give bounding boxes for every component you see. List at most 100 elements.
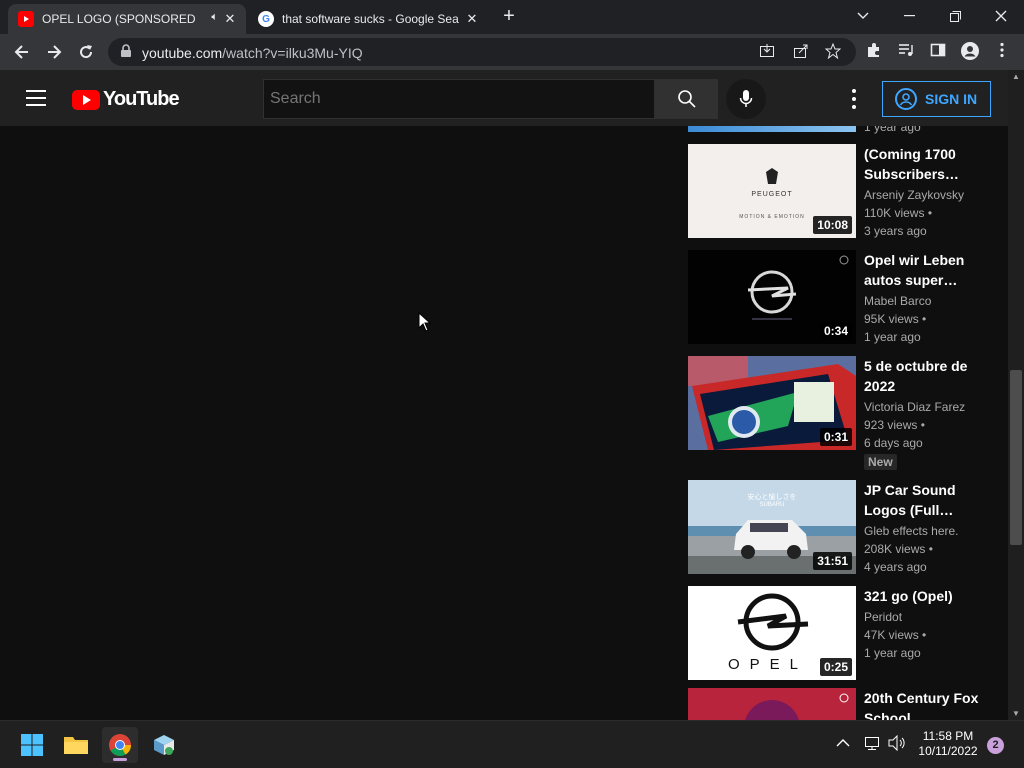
video-channel[interactable]: Victoria Diaz Farez (864, 398, 984, 416)
new-tab-button[interactable]: + (498, 6, 520, 28)
video-thumbnail[interactable]: 安心と愉しさを SUBARU 31:51 (688, 480, 856, 574)
minimize-icon[interactable] (886, 0, 932, 32)
clock-date: 10/11/2022 (918, 744, 978, 758)
windows-start-icon[interactable] (14, 727, 50, 763)
windows-taskbar: 11:58 PM 10/11/2022 2 (0, 720, 1024, 768)
mouse-cursor-icon (418, 312, 432, 332)
account-circle-icon (895, 88, 917, 110)
page-scrollbar[interactable]: ▲ ▼ (1008, 70, 1024, 720)
video-title[interactable]: Opel wir Leben autos super… (864, 250, 984, 290)
tab-title: that software sucks - Google Sea (282, 12, 459, 26)
settings-more-icon[interactable] (850, 89, 858, 109)
video-duration: 10:08 (813, 216, 852, 234)
partial-thumbnail[interactable] (688, 126, 856, 132)
video-thumbnail[interactable]: 0:34 (688, 250, 856, 344)
thumbnail-jp-text: 安心と愉しさを (747, 494, 797, 501)
close-window-icon[interactable] (978, 0, 1024, 32)
video-channel[interactable]: Peridot (864, 608, 984, 626)
media-controls-icon[interactable] (896, 42, 916, 62)
search-input[interactable] (263, 79, 655, 119)
install-app-icon[interactable] (758, 43, 776, 61)
video-duration: 0:31 (819, 428, 852, 446)
video-meta: Opel wir Leben autos super… Mabel Barco … (864, 250, 984, 346)
related-video-item[interactable]: 0:34 Opel wir Leben autos super… Mabel B… (688, 250, 988, 344)
video-channel[interactable]: Mabel Barco (864, 292, 984, 310)
video-age: 1 year ago (864, 646, 921, 660)
related-video-item[interactable]: 0:31 5 de octubre de 2022 Victoria Diaz … (688, 356, 988, 480)
video-views: 47K views (864, 626, 984, 644)
network-icon[interactable] (864, 735, 880, 754)
search-icon (677, 90, 696, 108)
hamburger-menu-icon[interactable] (26, 90, 46, 106)
youtube-logo[interactable]: YouTube (72, 88, 180, 111)
extensions-puzzle-icon[interactable] (864, 42, 884, 62)
youtube-play-icon (72, 89, 100, 110)
scrollbar-thumb[interactable] (1010, 370, 1022, 545)
video-title[interactable]: JP Car Sound Logos (Full… (864, 480, 984, 520)
url-text: youtube.com/watch?v=ilku3Mu-YIQ (142, 45, 363, 61)
video-title[interactable]: 321 go (Opel) (864, 586, 984, 606)
video-meta: 5 de octubre de 2022 Victoria Diaz Farez… (864, 356, 984, 471)
video-title[interactable]: 20th Century Fox School… (864, 688, 984, 720)
app-icon[interactable] (146, 727, 182, 763)
video-title[interactable]: 5 de octubre de 2022 (864, 356, 984, 396)
reload-icon[interactable] (74, 40, 98, 64)
notification-badge[interactable]: 2 (987, 737, 1004, 754)
active-app-indicator (113, 758, 127, 761)
voice-search-button[interactable] (726, 79, 766, 119)
thumbnail-brand-text: SUBARU (759, 502, 785, 508)
scroll-down-arrow-icon[interactable]: ▼ (1012, 709, 1020, 718)
video-title[interactable]: (Coming 1700 Subscribers… (864, 144, 984, 184)
youtube-logo-text: YouTube (103, 88, 180, 110)
video-thumbnail[interactable]: PEUGEOT MOTION & EMOTION 10:08 (688, 144, 856, 238)
scroll-up-arrow-icon[interactable]: ▲ (1012, 72, 1020, 81)
close-tab-icon[interactable]: ✕ (222, 11, 238, 27)
show-hidden-icons-chevron-icon[interactable] (836, 735, 850, 751)
bookmark-star-icon[interactable] (824, 42, 842, 61)
profile-avatar-icon[interactable] (960, 42, 980, 62)
file-explorer-icon[interactable] (58, 727, 94, 763)
video-thumbnail[interactable] (688, 688, 856, 720)
browser-toolbar: youtube.com/watch?v=ilku3Mu-YIQ (0, 34, 1024, 70)
thumbnail-brand-text: OPEL (728, 656, 809, 673)
close-tab-icon[interactable]: ✕ (464, 11, 480, 27)
tab-google[interactable]: G that software sucks - Google Sea ✕ (248, 4, 488, 34)
sign-in-label: SIGN IN (925, 91, 978, 107)
share-icon[interactable] (792, 43, 810, 61)
chevron-down-icon[interactable] (840, 0, 886, 32)
video-meta: JP Car Sound Logos (Full… Gleb effects h… (864, 480, 984, 576)
sign-in-button[interactable]: SIGN IN (882, 81, 991, 117)
video-views: 923 views (864, 416, 984, 434)
video-thumbnail[interactable]: 0:31 (688, 356, 856, 450)
video-views: 110K views (864, 204, 984, 222)
tab-title: OPEL LOGO (SPONSORED BY (42, 12, 197, 26)
video-views: 95K views (864, 310, 984, 328)
video-age: 4 years ago (864, 560, 927, 574)
thumbnail-brand-text: PEUGEOT (751, 191, 793, 198)
youtube-masthead: YouTube SIGN IN (0, 70, 1008, 126)
video-channel[interactable]: Gleb effects here. (864, 522, 984, 540)
volume-icon[interactable] (888, 734, 906, 754)
related-video-item[interactable]: 20th Century Fox School… (688, 688, 988, 720)
video-duration: 0:34 (819, 322, 852, 340)
lock-icon[interactable] (120, 44, 132, 58)
chrome-menu-icon[interactable] (992, 42, 1012, 62)
video-channel[interactable]: Arseniy Zaykovsky (864, 186, 984, 204)
video-thumbnail[interactable]: OPEL 0:25 (688, 586, 856, 680)
related-video-item[interactable]: OPEL 0:25 321 go (Opel) Peridot 47K view… (688, 586, 988, 680)
address-bar[interactable]: youtube.com/watch?v=ilku3Mu-YIQ (108, 38, 856, 66)
speaker-icon[interactable]: 🔈︎ (211, 11, 218, 24)
tab-youtube[interactable]: OPEL LOGO (SPONSORED BY 🔈︎ ✕ (8, 4, 246, 34)
side-panel-icon[interactable] (928, 42, 948, 62)
restore-icon[interactable] (932, 0, 978, 32)
back-icon[interactable] (10, 40, 34, 64)
chrome-icon[interactable] (102, 727, 138, 763)
partial-video-age: 1 year ago (864, 126, 921, 134)
forward-icon[interactable] (42, 40, 66, 64)
related-video-item[interactable]: PEUGEOT MOTION & EMOTION 10:08 (Coming 1… (688, 144, 988, 238)
system-clock[interactable]: 11:58 PM 10/11/2022 (912, 729, 984, 759)
related-video-item[interactable]: 安心と愉しさを SUBARU 31:51 JP Car Sound Logos … (688, 480, 988, 574)
watch-page-content: 1 year ago PEUGEOT MOTION & EMOTION 10:0… (0, 126, 1008, 720)
video-duration: 31:51 (813, 552, 852, 570)
search-button[interactable] (655, 79, 718, 119)
